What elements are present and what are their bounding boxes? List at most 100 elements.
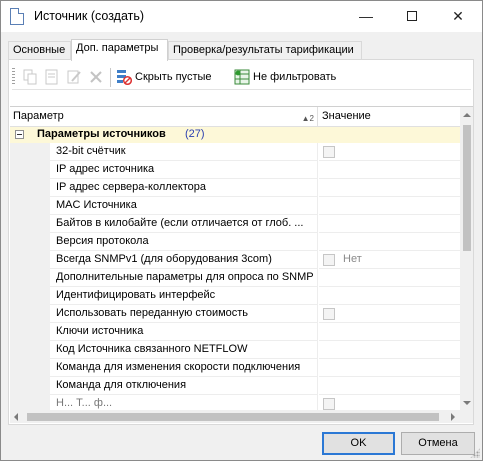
cancel-button[interactable]: Отмена [401,432,475,455]
row-indent [10,197,50,215]
scroll-down-icon[interactable] [463,401,471,405]
pencil-icon[interactable] [66,69,82,85]
scroll-left-icon[interactable] [14,413,18,421]
row-value[interactable]: Нет [319,251,460,269]
row-value[interactable] [319,233,460,251]
row-value[interactable] [319,197,460,215]
ok-button[interactable]: OK [322,432,395,455]
row-indent [10,143,50,161]
filter-bar [12,89,471,106]
row-value[interactable] [319,359,460,377]
row-indent [10,179,50,197]
row-name: Всегда SNMPv1 (для оборудования 3com) [50,251,318,269]
column-param-label: Параметр [13,110,64,122]
vertical-scrollbar[interactable] [460,107,473,410]
maximize-button[interactable] [389,1,435,32]
row-name: Версия протокола [50,233,318,251]
tab-extra-params[interactable]: Доп. параметры [71,39,168,61]
table-row[interactable]: Использовать переданную стоимость [10,305,460,323]
toolbar-separator [110,68,111,87]
toolbar: Скрыть пустые Не фильтровать [12,65,471,89]
table-row[interactable]: Ключи источника [10,323,460,341]
table-row[interactable]: MAC Источника [10,197,460,215]
row-indent [10,251,50,269]
group-label: Параметры источников [37,128,166,140]
table-row[interactable]: Всегда SNMPv1 (для оборудования 3com) Не… [10,251,460,269]
row-indent [10,323,50,341]
row-value[interactable] [319,269,460,287]
row-indent [10,359,50,377]
row-indent [10,305,50,323]
row-value[interactable] [319,377,460,395]
row-value[interactable] [319,341,460,359]
column-header-value[interactable]: Значение [319,107,460,127]
row-indent [10,377,50,395]
copy-icon[interactable] [22,69,38,85]
table-row[interactable]: 32-bit счётчик [10,143,460,161]
hide-empty-button[interactable]: Скрыть пустые [116,67,212,87]
scrollbar-thumb[interactable] [463,125,471,251]
table-row[interactable]: IP адрес источника [10,161,460,179]
scroll-up-icon[interactable] [463,113,471,117]
row-name: IP адрес источника [50,161,318,179]
table-row[interactable]: Н... Т... ф... [10,395,460,410]
row-name: IP адрес сервера-коллектора [50,179,318,197]
row-value[interactable] [319,179,460,197]
row-value[interactable] [319,323,460,341]
close-button[interactable]: ✕ [435,1,481,32]
row-indent [10,233,50,251]
document-icon [10,8,24,25]
scrollbar-thumb[interactable] [27,413,439,421]
group-row[interactable]: Параметры источников (27) [10,127,460,143]
table-row[interactable]: Команда для изменения скорости подключен… [10,359,460,377]
row-name: Команда для изменения скорости подключен… [50,359,318,377]
table-row[interactable]: Код Источника связанного NETFLOW [10,341,460,359]
row-name: Байтов в килобайте (если отличается от г… [50,215,318,233]
checkbox[interactable] [323,146,335,158]
window-title: Источник (создать) [34,9,145,23]
hide-empty-label: Скрыть пустые [135,71,212,83]
tab-main[interactable]: Основные [8,41,71,60]
property-grid: Параметр ▲2 Значение Параметры источнико… [10,106,473,424]
row-value[interactable] [319,215,460,233]
hide-empty-icon [117,70,132,85]
row-indent [10,161,50,179]
table-row[interactable]: Команда для отключения [10,377,460,395]
row-indent [10,287,50,305]
checkbox[interactable] [323,254,335,266]
horizontal-scrollbar[interactable] [10,410,460,423]
grid-header: Параметр ▲2 Значение [10,107,460,127]
checkbox[interactable] [323,398,335,410]
row-indent [10,341,50,359]
row-name: Использовать переданную стоимость [50,305,318,323]
sort-ascending-icon: ▲2 [301,114,314,123]
table-row[interactable]: Версия протокола [10,233,460,251]
row-value[interactable] [319,287,460,305]
no-filter-button[interactable]: Не фильтровать [234,67,336,87]
minimize-button[interactable]: — [343,1,389,32]
edit-icon[interactable] [44,69,60,85]
row-value[interactable] [319,395,460,410]
grid-rows: Параметры источников (27) 32-bit счётчик… [10,127,460,410]
row-indent [10,215,50,233]
row-name: Ключи источника [50,323,318,341]
toolbar-grip[interactable] [12,68,15,86]
maximize-icon [407,11,417,21]
checkbox[interactable] [323,308,335,320]
tab-check-results[interactable]: Проверка/результаты тарификации [168,41,362,60]
table-row[interactable]: Идентифицировать интерфейс [10,287,460,305]
table-row[interactable]: Байтов в килобайте (если отличается от г… [10,215,460,233]
column-header-param[interactable]: Параметр ▲2 [10,107,318,127]
group-count: (27) [185,128,205,140]
scroll-right-icon[interactable] [451,413,455,421]
delete-icon[interactable] [88,69,104,85]
table-row[interactable]: Дополнительные параметры для опроса по S… [10,269,460,287]
no-filter-icon [234,69,250,85]
row-value[interactable] [319,305,460,323]
row-value[interactable] [319,161,460,179]
table-row[interactable]: IP адрес сервера-коллектора [10,179,460,197]
checkbox-value-text: Нет [343,253,362,265]
collapse-icon[interactable] [15,130,24,139]
row-name: Дополнительные параметры для опроса по S… [50,269,318,287]
row-value[interactable] [319,143,460,161]
